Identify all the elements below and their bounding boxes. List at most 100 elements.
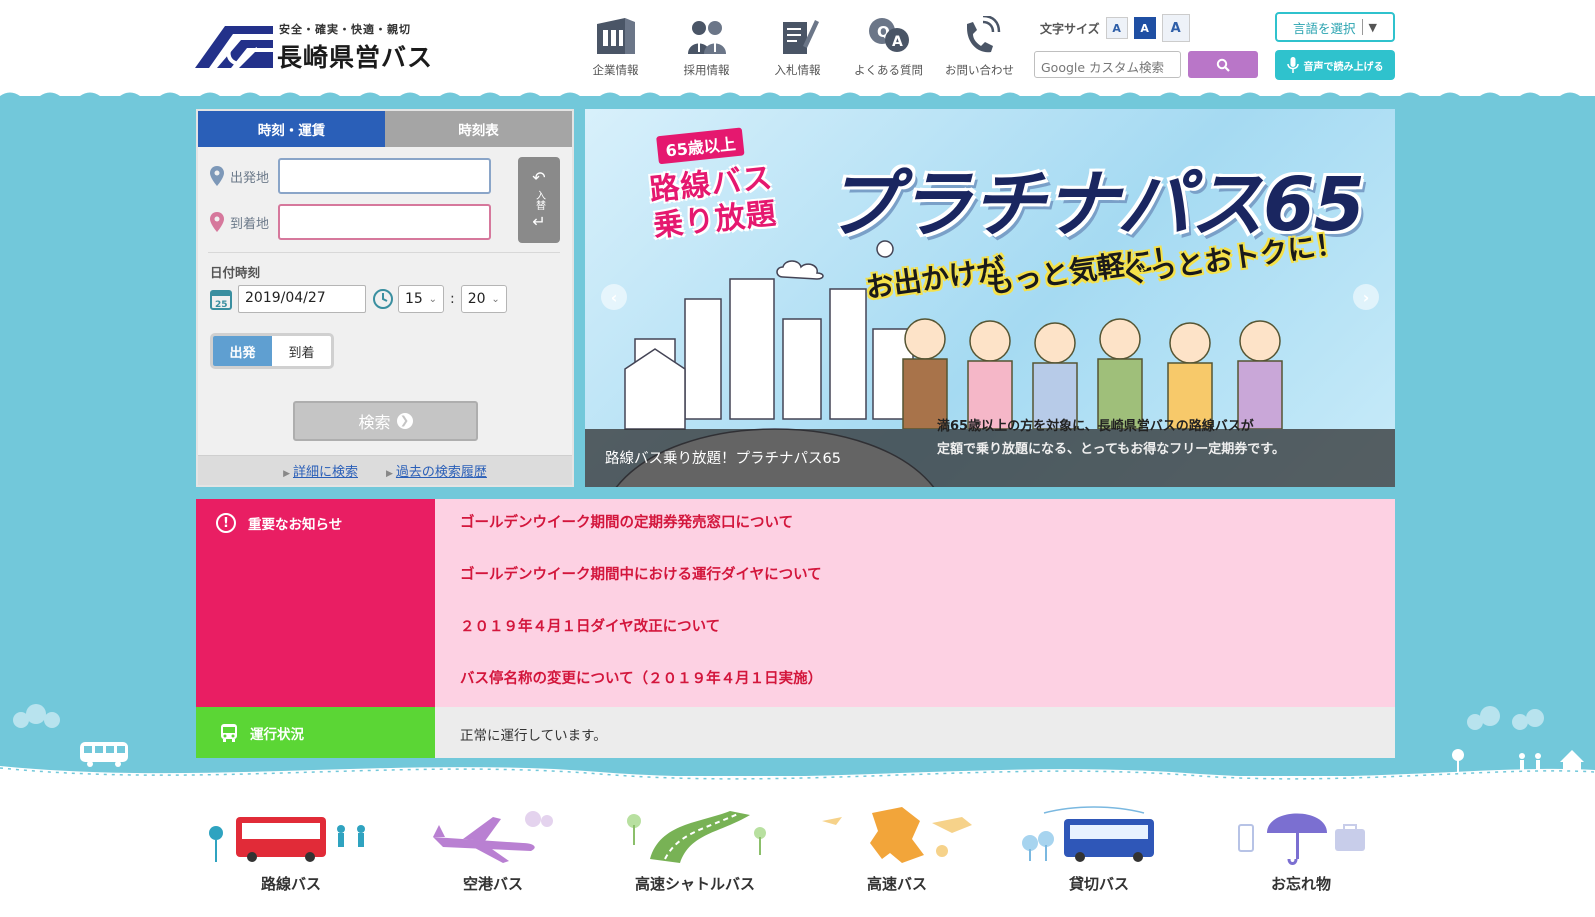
option-arrive[interactable]: 到着: [272, 336, 331, 366]
font-size-small-button[interactable]: A: [1105, 17, 1128, 39]
site-search-button[interactable]: [1188, 51, 1258, 78]
cloud-icon: [776, 260, 824, 280]
calendar-icon[interactable]: 25: [210, 288, 232, 310]
route-search-button[interactable]: 検索 ❯: [293, 401, 478, 441]
notice-item[interactable]: ゴールデンウイーク期間の定期券発売窓口について: [460, 513, 822, 565]
tab-fare[interactable]: 時刻・運賃: [198, 111, 385, 147]
nav-company[interactable]: 企業情報: [570, 12, 661, 82]
service-shuttle-bus[interactable]: 高速シャトルバス: [594, 795, 796, 905]
nav-label: 企業情報: [592, 63, 639, 77]
logo-name: 長崎県営バス: [277, 43, 434, 72]
search-history-link[interactable]: 過去の検索履歴: [386, 461, 487, 480]
route-search-panel: 時刻・運賃 時刻表 出発地 到着地 ↶ 入替 ↵ 日付時刻 25 2019/04…: [196, 109, 574, 487]
banner-desc-line1: 満65歳以上の方を対象に、長崎県営バスの路線バスが: [937, 419, 1254, 434]
document-pen-icon: [782, 20, 819, 54]
arrow-right-icon: ❯: [396, 413, 413, 429]
hour-select[interactable]: 15 ⌄: [398, 285, 444, 313]
cloud-icon: [13, 704, 60, 728]
language-label: 言語を選択: [1293, 20, 1356, 36]
service-label: 高速バス: [866, 875, 927, 893]
panel-links: 詳細に検索 過去の検索履歴: [198, 455, 572, 485]
to-input[interactable]: [278, 204, 491, 240]
chevron-down-icon: ⌄: [428, 293, 437, 305]
swap-label: 入替: [533, 190, 545, 210]
service-status: 運行状況 正常に運行しています。: [196, 707, 1395, 758]
qa-bubble-icon: Q A: [868, 18, 909, 52]
service-route-bus[interactable]: 路線バス: [190, 795, 392, 905]
service-charter-bus[interactable]: 貸切バス: [998, 795, 1200, 905]
font-size-control: 文字サイズ A A A: [1040, 14, 1190, 42]
font-size-large-button[interactable]: A: [1161, 14, 1190, 42]
notice-title-text: 重要なお知らせ: [248, 517, 343, 533]
language-select[interactable]: 言語を選択 ▼: [1275, 12, 1395, 42]
detail-search-link[interactable]: 詳細に検索: [283, 461, 358, 480]
banner-caption-bar: 路線バス乗り放題！プラチナパス65 満65歳以上の方を対象に、長崎県営バスの路線…: [585, 419, 1395, 487]
service-label: 空港バス: [462, 875, 523, 893]
nav-faq[interactable]: Q A よくある質問: [843, 12, 934, 82]
minute-select[interactable]: 20 ⌄: [460, 285, 507, 313]
service-label: 高速シャトルバス: [634, 875, 755, 893]
microphone-icon: [1286, 57, 1299, 73]
carousel-next-button[interactable]: ›: [1353, 284, 1379, 310]
swap-button[interactable]: ↶ 入替 ↵: [518, 157, 560, 243]
date-input[interactable]: 2019/04/27: [238, 285, 366, 313]
route-bus-icon: [209, 817, 365, 862]
service-airport-bus[interactable]: 空港バス: [392, 795, 594, 905]
hero-banner[interactable]: 65歳以上 路線バス 乗り放題 プラチナパス65 お出かけが もっと気軽に！ ぐ…: [585, 109, 1395, 487]
status-text: 正常に運行しています。: [460, 728, 607, 744]
important-notices: ! 重要なお知らせ ゴールデンウイーク期間の定期券発売窓口について ゴールデンウ…: [196, 499, 1395, 707]
font-size-medium-button[interactable]: A: [1133, 17, 1156, 39]
option-depart[interactable]: 出発: [213, 336, 272, 366]
route-search-tabs: 時刻・運賃 時刻表: [198, 111, 572, 147]
banner-caption: 路線バス乗り放題！プラチナパス65: [605, 451, 841, 467]
building-icon: [596, 18, 635, 54]
wave-top-decoration: [0, 92, 1595, 103]
service-links: 路線バス 空港バス 高速シャトルバス 高速バス 貸切バス お忘れ物: [190, 795, 1405, 905]
status-header: 運行状況: [196, 707, 435, 758]
chevron-down-icon: ▼: [1368, 20, 1377, 34]
from-label: 出発地: [230, 170, 270, 186]
service-lost-items[interactable]: お忘れ物: [1200, 795, 1402, 905]
notice-item[interactable]: ２０１９年４月１日ダイヤ改正について: [460, 617, 822, 669]
airplane-icon: [433, 811, 553, 863]
svg-text:25: 25: [215, 300, 228, 310]
service-label: 貸切バス: [1068, 875, 1129, 893]
divider: [208, 252, 560, 253]
nav-recruit[interactable]: 採用情報: [661, 12, 752, 82]
datetime-label: 日付時刻: [210, 265, 261, 280]
from-input[interactable]: [278, 158, 491, 194]
carousel-prev-button[interactable]: ‹: [601, 284, 627, 310]
svg-text:A: A: [892, 34, 903, 50]
banner-description: 満65歳以上の方を対象に、長崎県営バスの路線バスが 定額で乗り放題になる、とって…: [937, 415, 1285, 461]
nav-label: 採用情報: [683, 63, 730, 77]
tab-timetable[interactable]: 時刻表: [385, 111, 572, 147]
swap-down-icon: ↵: [532, 212, 546, 231]
umbrella-icon: [1238, 813, 1365, 865]
logo-mark-icon: [195, 26, 273, 68]
notice-list: ゴールデンウイーク期間の定期券発売窓口について ゴールデンウイーク期間中における…: [460, 513, 822, 721]
depart-arrive-toggle: 出発 到着: [210, 333, 334, 369]
minute-value: 20: [467, 291, 486, 307]
map-pin-icon: [210, 212, 224, 232]
service-highway-bus[interactable]: 高速バス: [796, 795, 998, 905]
voice-read-button[interactable]: 音声で読み上げる: [1275, 50, 1395, 80]
to-row: 到着地: [210, 204, 491, 240]
voice-label: 音声で読み上げる: [1303, 61, 1384, 73]
search-button-label: 検索: [358, 413, 391, 432]
wave-bottom-decoration: [0, 766, 1595, 792]
people-icon: [687, 21, 726, 54]
global-nav: 企業情報 採用情報 入札情報 Q A よくある質問 お問い合わせ: [570, 12, 1025, 82]
charter-bus-icon: [1022, 806, 1154, 862]
nav-bid[interactable]: 入札情報: [752, 12, 843, 82]
map-pin-icon: [210, 166, 224, 186]
swap-up-icon: ↶: [532, 168, 546, 188]
notice-item[interactable]: ゴールデンウイーク期間中における運行ダイヤについて: [460, 565, 822, 617]
banner-desc-line2: 定額で乗り放題になる、とってもお得なフリー定期券です。: [937, 442, 1286, 457]
highway-icon: [627, 811, 766, 863]
nav-contact[interactable]: お問い合わせ: [934, 12, 1025, 82]
bus-front-icon: [221, 723, 237, 742]
age-badge: 65歳以上 路線バス 乗り放題: [634, 120, 826, 258]
site-logo[interactable]: 安全・確実・快適・親切 長崎県営バス: [195, 18, 440, 72]
cloud-icon: [1467, 706, 1544, 730]
site-search-input[interactable]: Google カスタム検索: [1034, 51, 1181, 78]
